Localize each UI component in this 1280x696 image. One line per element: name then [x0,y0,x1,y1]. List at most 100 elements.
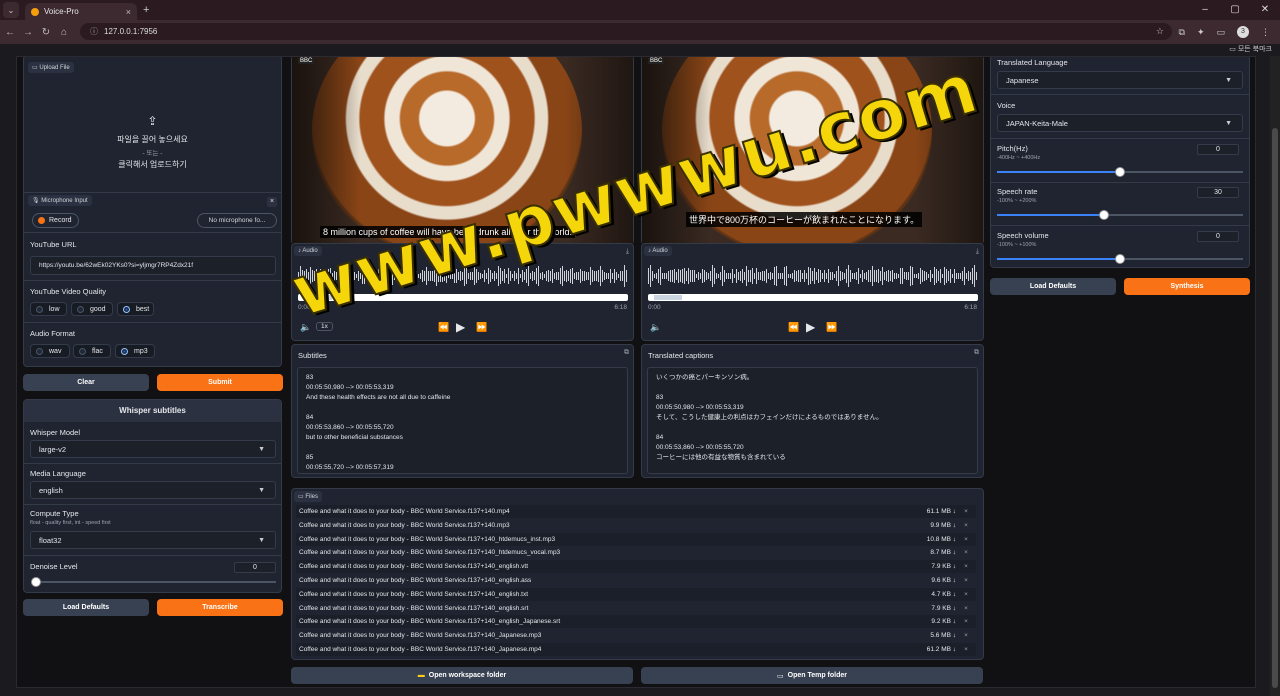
pitch-knob[interactable] [1115,167,1125,177]
copy-subtitles-icon[interactable]: ⧉ [624,349,629,357]
profile-avatar[interactable]: 3 [1237,26,1249,38]
file-row[interactable]: Coffee and what it does to your body - B… [296,615,976,629]
speech-rate-knob[interactable] [1098,210,1109,220]
denoise-knob[interactable] [31,577,41,587]
remove-file-icon[interactable]: × [956,563,976,570]
home-icon[interactable]: ⌂ [56,27,72,38]
remove-file-icon[interactable]: × [956,632,976,639]
file-size-download[interactable]: 9.9 MB ↓ [906,522,956,529]
format-mp3-radio[interactable]: mp3 [115,344,155,358]
menu-kebab-icon[interactable]: ⋮ [1261,27,1270,38]
tab-groups-icon[interactable]: ▭ [1216,27,1225,38]
remove-file-icon[interactable]: × [956,522,976,529]
extensions-puzzle-icon[interactable]: ✦ [1197,27,1205,38]
denoise-value[interactable]: 0 [234,562,276,573]
file-name[interactable]: Coffee and what it does to your body - B… [299,618,906,625]
remove-file-icon[interactable]: × [956,618,976,625]
speech-rate-value[interactable]: 30 [1197,187,1239,198]
translated-rewind-icon[interactable]: ⏪ [788,322,799,333]
play-icon[interactable]: ▶ [456,320,465,334]
rewind-icon[interactable]: ⏪ [438,322,449,333]
file-name[interactable]: Coffee and what it does to your body - B… [299,605,906,612]
file-name[interactable]: Coffee and what it does to your body - B… [299,632,906,639]
file-name[interactable]: Coffee and what it does to your body - B… [299,508,906,515]
synthesis-button[interactable]: Synthesis [1124,278,1250,295]
file-row[interactable]: Coffee and what it does to your body - B… [296,546,976,559]
file-row[interactable]: Coffee and what it does to your body - B… [296,505,976,518]
format-wav-radio[interactable]: wav [30,344,70,358]
file-size-download[interactable]: 61.2 MB ↓ [906,646,956,653]
translated-audio-waveform[interactable] [648,262,978,290]
remove-file-icon[interactable]: × [956,646,976,653]
speech-volume-value[interactable]: 0 [1197,231,1239,242]
transcribe-button[interactable]: Transcribe [157,599,283,616]
forward-icon[interactable]: → [20,27,36,38]
file-size-download[interactable]: 9.2 KB ↓ [906,618,956,625]
subtitles-textarea[interactable]: 83 00:05:50,980 --> 00:05:53,319 And the… [297,367,628,474]
quality-best-radio[interactable]: best [117,302,154,316]
whisper-model-select[interactable]: large-v2 ▼ [30,440,276,458]
quality-good-radio[interactable]: good [71,302,113,316]
file-size-download[interactable]: 10.8 MB ↓ [906,536,956,543]
speech-volume-slider[interactable] [997,254,1243,264]
copy-translated-icon[interactable]: ⧉ [974,349,979,357]
minimize-icon[interactable]: – [1190,0,1220,20]
format-flac-radio[interactable]: flac [73,344,111,358]
file-size-download[interactable]: 8.7 MB ↓ [906,549,956,556]
translated-captions-textarea[interactable]: いくつかの癌とパーキンソン病。 83 00:05:50,980 --> 00:0… [647,367,978,474]
scrollbar-thumb[interactable] [1272,128,1278,688]
submit-button[interactable]: Submit [157,374,283,391]
download-audio-icon[interactable]: ⤓ [626,248,629,256]
file-row[interactable]: Coffee and what it does to your body - B… [296,629,976,642]
browser-tab[interactable]: Voice-Pro × [25,3,137,20]
file-size-download[interactable]: 4.7 KB ↓ [906,591,956,598]
speech-rate-slider[interactable] [997,210,1243,220]
fast-forward-icon[interactable]: ⏩ [476,322,487,333]
denoise-slider[interactable] [31,577,276,587]
file-size-download[interactable]: 9.6 KB ↓ [906,577,956,584]
new-tab-icon[interactable]: + [143,4,149,16]
file-name[interactable]: Coffee and what it does to your body - B… [299,549,906,556]
record-button[interactable]: Record [32,213,79,228]
file-row[interactable]: Coffee and what it does to your body - B… [296,643,976,656]
download-translated-audio-icon[interactable]: ⤓ [976,248,979,256]
media-language-select[interactable]: english ▼ [30,481,276,499]
translated-fast-forward-icon[interactable]: ⏩ [826,322,837,333]
file-size-download[interactable]: 7.9 KB ↓ [906,563,956,570]
file-row[interactable]: Coffee and what it does to your body - B… [296,532,976,546]
microphone-select[interactable]: No microphone fo... [197,213,277,228]
clear-button[interactable]: Clear [23,374,149,391]
file-size-download[interactable]: 5.6 MB ↓ [906,632,956,639]
close-window-icon[interactable]: ✕ [1250,0,1280,20]
translated-volume-icon[interactable]: 🔈 [650,322,661,333]
youtube-url-input[interactable]: https://youtu.be/62wEk02YKs0?si=yljmgr7R… [30,256,276,275]
voice-select[interactable]: JAPAN-Keita-Male ▼ [997,114,1243,132]
file-name[interactable]: Coffee and what it does to your body - B… [299,563,906,570]
all-bookmarks[interactable]: ▭ 모든 북마크 [1229,44,1272,56]
remove-file-icon[interactable]: × [956,591,976,598]
file-size-download[interactable]: 61.1 MB ↓ [906,508,956,515]
pitch-value[interactable]: 0 [1197,144,1239,155]
file-name[interactable]: Coffee and what it does to your body - B… [299,522,906,529]
file-row[interactable]: Coffee and what it does to your body - B… [296,587,976,601]
translated-play-icon[interactable]: ▶ [806,320,815,334]
file-row[interactable]: Coffee and what it does to your body - B… [296,560,976,574]
bookmark-star-icon[interactable]: ☆ [1156,26,1164,37]
drop-zone[interactable]: ⇪ 파일을 끌어 놓으세요 - 또는 - 클릭해서 업로드하기 [24,114,281,170]
extension-icon[interactable]: ⧉ [1179,27,1185,38]
remove-file-icon[interactable]: × [956,605,976,612]
quality-low-radio[interactable]: low [30,302,67,316]
open-temp-folder-button[interactable]: ▭ Open Temp folder [641,667,983,684]
maximize-icon[interactable]: ▢ [1220,0,1250,20]
file-row[interactable]: Coffee and what it does to your body - B… [296,574,976,587]
whisper-load-defaults-button[interactable]: Load Defaults [23,599,149,616]
file-name[interactable]: Coffee and what it does to your body - B… [299,577,906,584]
back-icon[interactable]: ← [2,27,18,38]
compute-type-select[interactable]: float32 ▼ [30,531,276,549]
tts-load-defaults-button[interactable]: Load Defaults [990,278,1116,295]
speech-volume-knob[interactable] [1115,254,1125,264]
site-info-icon[interactable]: ⓘ [90,26,98,37]
page-scrollbar[interactable] [1270,56,1280,696]
translated-audio-timeline[interactable] [648,294,978,301]
file-name[interactable]: Coffee and what it does to your body - B… [299,646,906,653]
